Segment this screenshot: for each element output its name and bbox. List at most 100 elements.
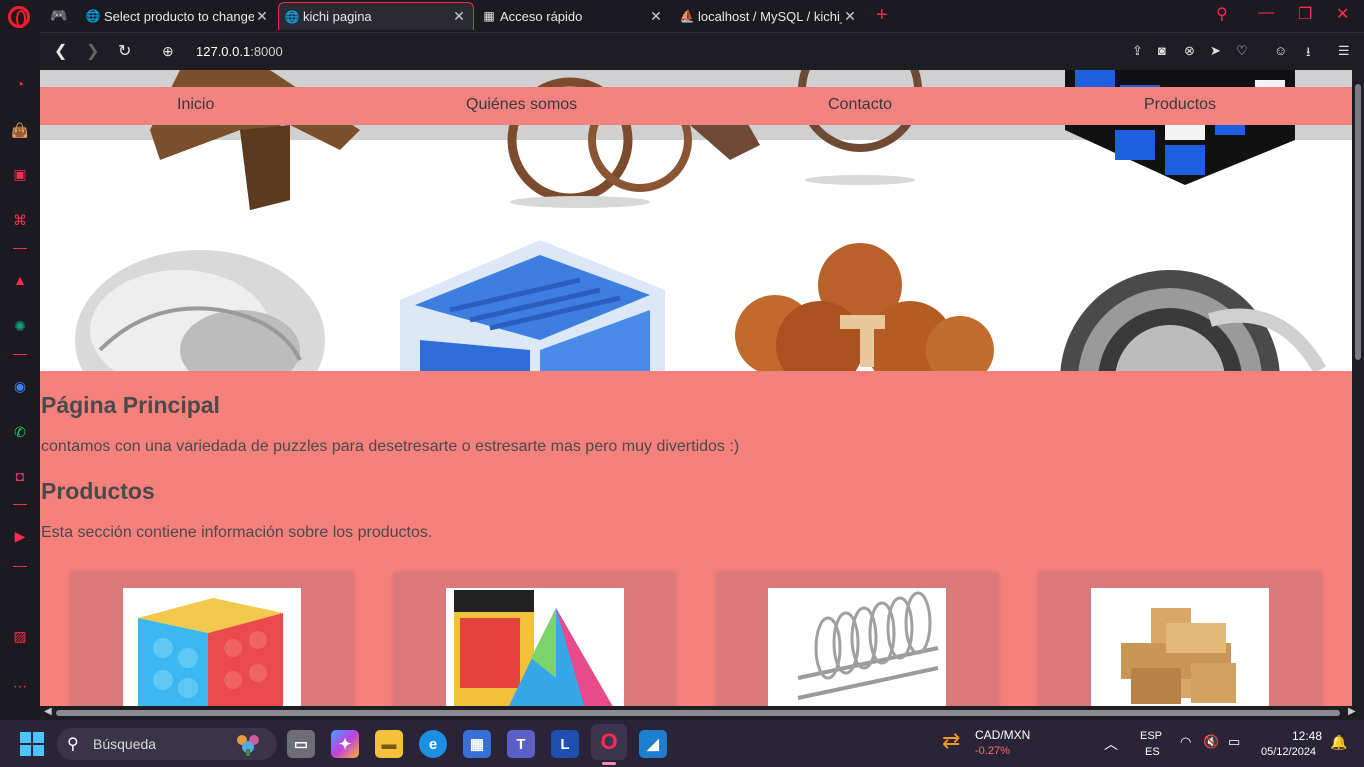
ai-chip-icon[interactable]: ⌘ xyxy=(10,210,30,230)
nav-productos[interactable]: Productos xyxy=(1144,96,1216,114)
wooden-knot-puzzle-image xyxy=(1091,588,1269,706)
gallery-icon[interactable]: ▨ xyxy=(10,626,30,646)
sidebar-separator xyxy=(13,504,27,505)
gamepad-icon[interactable]: 🎮 xyxy=(46,7,72,25)
crystal-puzzle-image xyxy=(75,250,325,371)
tab-phpmyadmin[interactable]: ⛵ localhost / MySQL / kichi_t ✕ xyxy=(674,2,864,30)
microsoft-store-icon[interactable]: ▦ xyxy=(463,730,491,758)
show-hidden-icons-icon[interactable]: ︿ xyxy=(1104,734,1118,754)
vertical-scrollbar[interactable] xyxy=(1352,70,1364,706)
new-tab-button[interactable]: + xyxy=(876,4,888,27)
tab-acceso-rapido[interactable]: ▦ Acceso rápido ✕ xyxy=(476,2,670,30)
scrollbar-thumb[interactable] xyxy=(1355,84,1361,360)
scroll-left-arrow[interactable]: ◀ xyxy=(44,706,52,717)
l-app-icon[interactable]: L xyxy=(551,730,579,758)
player-icon[interactable]: ▶ xyxy=(10,526,30,546)
sidebar-separator xyxy=(13,248,27,249)
windows-taskbar: ⚲ Búsqueda ▭ ✦ ▬ e ▦ T L O ◢ ⇄ CAD/MXN -… xyxy=(0,720,1364,767)
language-top[interactable]: ESP xyxy=(1140,730,1162,742)
copilot-icon[interactable]: ✦ xyxy=(331,730,359,758)
minimize-button[interactable]: — xyxy=(1258,4,1274,22)
tab-kichi-pagina[interactable]: 🌐 kichi pagina ✕ xyxy=(278,2,474,30)
instagram-icon[interactable]: ◘ xyxy=(10,466,30,486)
teams-icon[interactable]: T xyxy=(507,730,535,758)
edge-icon[interactable]: e xyxy=(419,730,447,758)
wooden-ball-puzzle-image xyxy=(735,243,994,371)
whatsapp-icon[interactable]: ✆ xyxy=(10,422,30,442)
aria-icon[interactable]: ▲ xyxy=(10,270,30,290)
clock-date[interactable]: 05/12/2024 xyxy=(1261,746,1316,758)
currency-widget-icon[interactable]: ⇄ xyxy=(942,728,960,754)
camera-icon[interactable]: ◙ xyxy=(1158,43,1166,58)
share-icon[interactable]: ⇪ xyxy=(1132,43,1143,59)
search-highlight-icon xyxy=(237,735,259,756)
horizontal-scrollbar[interactable]: ◀ ▶ xyxy=(40,706,1364,720)
page-viewport: Inicio Quiénes somos Contacto Productos … xyxy=(40,70,1352,706)
send-icon[interactable]: ➤ xyxy=(1210,43,1221,59)
grid-icon: ▦ xyxy=(483,9,495,23)
sidebar-separator xyxy=(13,354,27,355)
nav-quienes-somos[interactable]: Quiénes somos xyxy=(466,96,577,114)
close-window-button[interactable]: ✕ xyxy=(1336,4,1349,24)
profile-icon[interactable]: ☺ xyxy=(1274,43,1287,58)
globe-icon: 🌐 xyxy=(85,9,101,23)
back-button[interactable]: ❮ xyxy=(54,41,67,61)
battery-icon[interactable]: ▭ xyxy=(1228,734,1240,750)
scrollbar-thumb[interactable] xyxy=(56,710,1340,716)
product-card[interactable] xyxy=(71,572,353,706)
taskbar-search[interactable]: ⚲ Búsqueda xyxy=(57,728,277,760)
tab-title: Select producto to change xyxy=(104,8,254,24)
chatgpt-icon[interactable]: ✺ xyxy=(10,316,30,336)
language-bottom[interactable]: ES xyxy=(1145,746,1160,758)
pyraminx-image xyxy=(446,588,624,706)
opera-logo-icon[interactable] xyxy=(8,6,30,28)
notification-bell-icon[interactable]: 🔔 xyxy=(1330,734,1347,751)
wifi-icon[interactable]: ◠ xyxy=(1180,734,1191,750)
windows-start-icon[interactable] xyxy=(20,732,44,756)
heart-icon[interactable]: ♡ xyxy=(1236,43,1248,59)
search-tabs-icon[interactable]: ⚲ xyxy=(1216,4,1228,24)
tab-title: kichi pagina xyxy=(303,9,372,24)
globe-icon: 🌐 xyxy=(284,9,300,24)
url-field[interactable]: 127.0.0.1:8000 xyxy=(196,44,283,59)
file-explorer-icon[interactable]: ▬ xyxy=(375,730,403,758)
vscode-icon[interactable]: ◢ xyxy=(639,730,667,758)
metal-ring-puzzle-image xyxy=(768,588,946,706)
volume-muted-icon[interactable]: 🔇 xyxy=(1203,734,1219,750)
reload-button[interactable]: ↻ xyxy=(118,41,131,61)
close-icon[interactable]: ✕ xyxy=(842,8,858,25)
metal-disc-puzzle-image xyxy=(1060,270,1327,371)
currency-pair[interactable]: CAD/MXN xyxy=(975,728,1030,742)
close-icon[interactable]: ✕ xyxy=(254,8,270,25)
sidebar-separator xyxy=(13,566,27,567)
product-card[interactable] xyxy=(716,572,998,706)
clock-time[interactable]: 12:48 xyxy=(1292,729,1322,743)
opera-taskbar-icon[interactable]: O xyxy=(591,724,627,760)
products-heading: Productos xyxy=(41,478,155,504)
main-heading: Página Principal xyxy=(41,392,220,418)
messenger-icon[interactable]: ◉ xyxy=(10,376,30,396)
twitch-icon[interactable]: ▣ xyxy=(10,164,30,184)
close-icon[interactable]: ✕ xyxy=(648,8,664,25)
speed-dial-icon[interactable]: ◔ xyxy=(10,74,30,94)
opera-sidebar: ◔ 👜 ▣ ⌘ ▲ ✺ ◉ ✆ ◘ ▶ ▨ ⋯ xyxy=(0,32,40,720)
nav-contacto[interactable]: Contacto xyxy=(828,96,892,114)
phpmyadmin-icon: ⛵ xyxy=(679,9,695,23)
close-icon[interactable]: ✕ xyxy=(451,8,467,25)
forward-button[interactable]: ❯ xyxy=(86,41,99,61)
active-app-indicator xyxy=(602,762,616,765)
site-info-icon[interactable]: ⊕ xyxy=(162,43,174,60)
nav-inicio[interactable]: Inicio xyxy=(177,96,214,114)
product-card[interactable] xyxy=(394,572,676,706)
easy-setup-icon[interactable]: ☰ xyxy=(1338,43,1350,59)
scroll-right-arrow[interactable]: ▶ xyxy=(1348,706,1356,717)
maximize-button[interactable]: ❐ xyxy=(1298,4,1312,24)
task-view-icon[interactable]: ▭ xyxy=(287,730,315,758)
product-card[interactable] xyxy=(1039,572,1321,706)
more-icon[interactable]: ⋯ xyxy=(10,676,30,696)
tab-select-producto[interactable]: 🌐 Select producto to change ✕ xyxy=(80,2,276,30)
block-ads-icon[interactable]: ⊗ xyxy=(1184,43,1195,59)
shopping-bag-icon[interactable]: 👜 xyxy=(10,120,30,140)
url-host: 127.0.0.1 xyxy=(196,44,251,59)
download-icon[interactable]: ⭳ xyxy=(1306,43,1311,65)
